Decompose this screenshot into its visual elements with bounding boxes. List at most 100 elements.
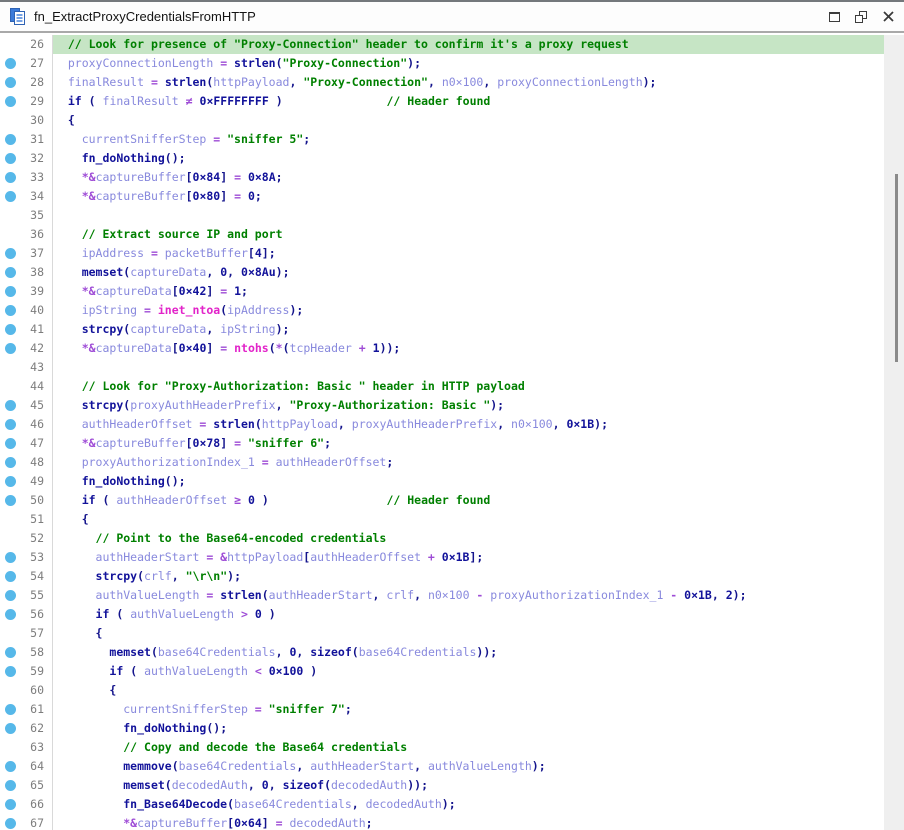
code-text[interactable]: authHeaderStart = &httpPayload[authHeade… bbox=[53, 548, 884, 567]
code-text[interactable]: if ( finalResult ≠ 0×FFFFFFFF ) // Heade… bbox=[53, 92, 884, 111]
scrollbar-track[interactable] bbox=[884, 35, 904, 830]
code-text[interactable]: strcpy(captureData, ipString); bbox=[53, 320, 884, 339]
breakpoint-slot[interactable] bbox=[0, 609, 21, 620]
code-text[interactable]: *&captureData[0×40] = ntohs(*(tcpHeader … bbox=[53, 339, 884, 358]
breakpoint-slot[interactable] bbox=[0, 58, 21, 69]
breakpoint-dot[interactable] bbox=[5, 552, 16, 563]
breakpoint-slot[interactable] bbox=[0, 343, 21, 354]
breakpoint-slot[interactable] bbox=[0, 818, 21, 829]
code-text[interactable]: fn_Base64Decode(base64Credentials, decod… bbox=[53, 795, 884, 814]
breakpoint-dot[interactable] bbox=[5, 476, 16, 487]
breakpoint-slot[interactable] bbox=[0, 267, 21, 278]
breakpoint-slot[interactable] bbox=[0, 647, 21, 658]
code-text[interactable]: currentSnifferStep = "sniffer 7"; bbox=[53, 700, 884, 719]
code-text[interactable]: proxyAuthorizationIndex_1 = authHeaderOf… bbox=[53, 453, 884, 472]
breakpoint-slot[interactable] bbox=[0, 134, 21, 145]
breakpoint-slot[interactable] bbox=[0, 77, 21, 88]
breakpoint-dot[interactable] bbox=[5, 780, 16, 791]
code-text[interactable]: *&captureBuffer[0×78] = "sniffer 6"; bbox=[53, 434, 884, 453]
breakpoint-slot[interactable] bbox=[0, 590, 21, 601]
breakpoint-dot[interactable] bbox=[5, 666, 16, 677]
restore-button[interactable] bbox=[854, 10, 868, 24]
breakpoint-dot[interactable] bbox=[5, 191, 16, 202]
code-text[interactable]: // Look for "Proxy-Authorization: Basic … bbox=[53, 377, 884, 396]
breakpoint-slot[interactable] bbox=[0, 799, 21, 810]
breakpoint-dot[interactable] bbox=[5, 457, 16, 468]
code-text[interactable]: // Copy and decode the Base64 credential… bbox=[53, 738, 884, 757]
breakpoint-slot[interactable] bbox=[0, 191, 21, 202]
breakpoint-dot[interactable] bbox=[5, 172, 16, 183]
code-text[interactable]: *&captureBuffer[0×64] = decodedAuth; bbox=[53, 814, 884, 830]
code-text[interactable]: strcpy(proxyAuthHeaderPrefix, "Proxy-Aut… bbox=[53, 396, 884, 415]
breakpoint-slot[interactable] bbox=[0, 324, 21, 335]
breakpoint-dot[interactable] bbox=[5, 647, 16, 658]
code-text[interactable]: // Point to the Base64-encoded credentia… bbox=[53, 529, 884, 548]
scrollbar-thumb[interactable] bbox=[895, 174, 898, 362]
code-text[interactable]: fn_doNothing(); bbox=[53, 719, 884, 738]
code-text[interactable]: memset(decodedAuth, 0, sizeof(decodedAut… bbox=[53, 776, 884, 795]
breakpoint-dot[interactable] bbox=[5, 248, 16, 259]
code-text[interactable]: ipString = inet_ntoa(ipAddress); bbox=[53, 301, 884, 320]
breakpoint-slot[interactable] bbox=[0, 666, 21, 677]
code-text[interactable]: authHeaderOffset = strlen(httpPayload, p… bbox=[53, 415, 884, 434]
close-button[interactable] bbox=[881, 10, 895, 24]
code-text[interactable]: if ( authHeaderOffset ≥ 0 ) // Header fo… bbox=[53, 491, 884, 510]
breakpoint-slot[interactable] bbox=[0, 723, 21, 734]
code-text[interactable]: // Look for presence of "Proxy-Connectio… bbox=[53, 35, 884, 54]
maximize-button[interactable] bbox=[827, 10, 841, 24]
code-text[interactable]: ipAddress = packetBuffer[4]; bbox=[53, 244, 884, 263]
breakpoint-slot[interactable] bbox=[0, 153, 21, 164]
breakpoint-slot[interactable] bbox=[0, 248, 21, 259]
breakpoint-dot[interactable] bbox=[5, 343, 16, 354]
code-text[interactable]: { bbox=[53, 510, 884, 529]
code-text[interactable]: if ( authValueLength > 0 ) bbox=[53, 605, 884, 624]
breakpoint-dot[interactable] bbox=[5, 286, 16, 297]
breakpoint-dot[interactable] bbox=[5, 609, 16, 620]
breakpoint-dot[interactable] bbox=[5, 419, 16, 430]
breakpoint-slot[interactable] bbox=[0, 286, 21, 297]
code-text[interactable]: fn_doNothing(); bbox=[53, 149, 884, 168]
breakpoint-dot[interactable] bbox=[5, 590, 16, 601]
breakpoint-slot[interactable] bbox=[0, 761, 21, 772]
breakpoint-dot[interactable] bbox=[5, 134, 16, 145]
breakpoint-slot[interactable] bbox=[0, 704, 21, 715]
breakpoint-dot[interactable] bbox=[5, 704, 16, 715]
breakpoint-dot[interactable] bbox=[5, 571, 16, 582]
code-text[interactable]: if ( authValueLength < 0×100 ) bbox=[53, 662, 884, 681]
breakpoint-slot[interactable] bbox=[0, 476, 21, 487]
breakpoint-slot[interactable] bbox=[0, 400, 21, 411]
breakpoint-dot[interactable] bbox=[5, 96, 16, 107]
code-text[interactable]: *&captureBuffer[0×80] = 0; bbox=[53, 187, 884, 206]
breakpoint-slot[interactable] bbox=[0, 172, 21, 183]
breakpoint-dot[interactable] bbox=[5, 58, 16, 69]
code-text[interactable]: // Extract source IP and port bbox=[53, 225, 884, 244]
code-text[interactable]: *&captureBuffer[0×84] = 0×8A; bbox=[53, 168, 884, 187]
breakpoint-dot[interactable] bbox=[5, 799, 16, 810]
code-text[interactable] bbox=[53, 358, 884, 377]
breakpoint-dot[interactable] bbox=[5, 495, 16, 506]
breakpoint-slot[interactable] bbox=[0, 305, 21, 316]
code-text[interactable]: memmove(base64Credentials, authHeaderSta… bbox=[53, 757, 884, 776]
breakpoint-slot[interactable] bbox=[0, 96, 21, 107]
code-text[interactable]: authValueLength = strlen(authHeaderStart… bbox=[53, 586, 884, 605]
code-text[interactable]: fn_doNothing(); bbox=[53, 472, 884, 491]
code-text[interactable]: { bbox=[53, 681, 884, 700]
code-text[interactable]: memset(base64Credentials, 0, sizeof(base… bbox=[53, 643, 884, 662]
breakpoint-slot[interactable] bbox=[0, 495, 21, 506]
breakpoint-dot[interactable] bbox=[5, 77, 16, 88]
breakpoint-dot[interactable] bbox=[5, 400, 16, 411]
code-text[interactable]: { bbox=[53, 624, 884, 643]
breakpoint-dot[interactable] bbox=[5, 153, 16, 164]
breakpoint-dot[interactable] bbox=[5, 761, 16, 772]
code-text[interactable]: currentSnifferStep = "sniffer 5"; bbox=[53, 130, 884, 149]
code-text[interactable]: strcpy(crlf, "\r\n"); bbox=[53, 567, 884, 586]
breakpoint-dot[interactable] bbox=[5, 818, 16, 829]
breakpoint-slot[interactable] bbox=[0, 552, 21, 563]
breakpoint-dot[interactable] bbox=[5, 324, 16, 335]
code-text[interactable]: finalResult = strlen(httpPayload, "Proxy… bbox=[53, 73, 884, 92]
breakpoint-slot[interactable] bbox=[0, 457, 21, 468]
breakpoint-dot[interactable] bbox=[5, 305, 16, 316]
breakpoint-slot[interactable] bbox=[0, 571, 21, 582]
breakpoint-dot[interactable] bbox=[5, 267, 16, 278]
code-text[interactable]: { bbox=[53, 111, 884, 130]
